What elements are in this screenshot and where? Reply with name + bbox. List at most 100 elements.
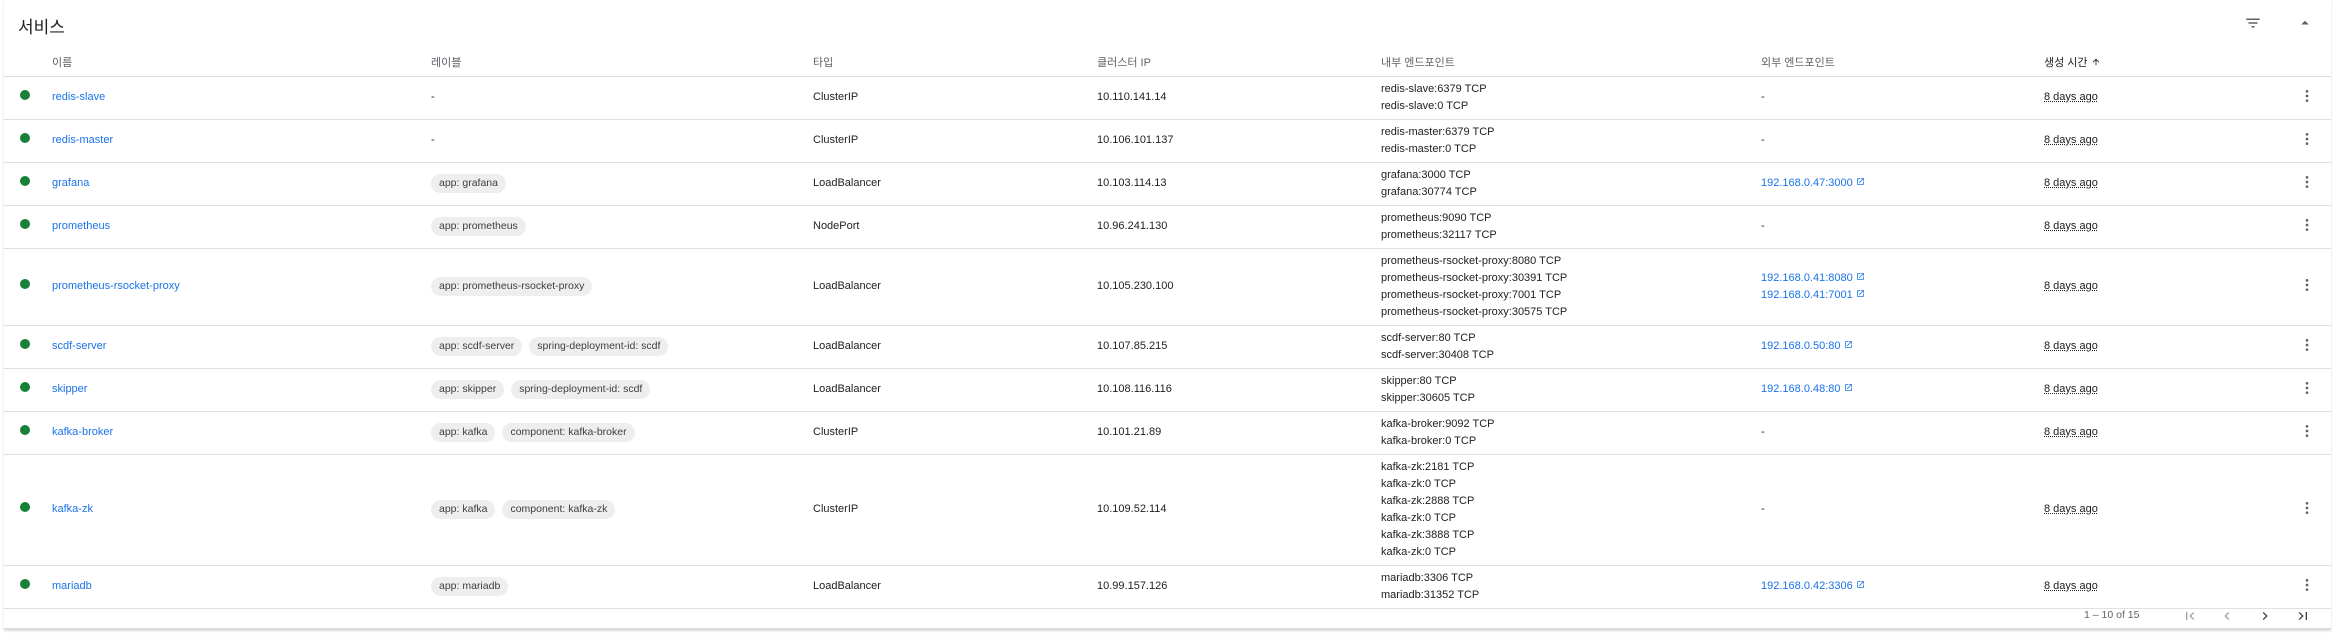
service-name-link[interactable]: skipper <box>52 383 87 395</box>
status-cell <box>4 565 52 609</box>
service-name-link[interactable]: kafka-zk <box>52 503 93 515</box>
created-time[interactable]: 8 days ago <box>2044 383 2098 395</box>
labels-cell: - <box>431 119 813 163</box>
internal-endpoint: kafka-zk:0 TCP <box>1381 477 1456 490</box>
created-time[interactable]: 8 days ago <box>2044 134 2098 146</box>
service-name-link[interactable]: redis-slave <box>52 91 105 103</box>
header-created[interactable]: 생성 시간 <box>2044 48 2282 77</box>
created-time[interactable]: 8 days ago <box>2044 426 2098 438</box>
open-in-new-icon <box>1853 287 1865 304</box>
internal-endpoints-cell: mariadb:3306 TCP mariadb:31352 TCP <box>1381 565 1761 609</box>
external-endpoint-text: 192.168.0.41:8080 <box>1761 271 1853 284</box>
external-endpoint-link[interactable]: 192.168.0.41:8080 <box>1761 270 2044 287</box>
table-header-row: 이름 레이블 타입 클러스터 IP 내부 엔드포인트 외부 엔드포인트 생성 시… <box>4 48 2331 77</box>
filter-button[interactable] <box>2240 10 2266 36</box>
internal-endpoints-cell: redis-slave:6379 TCP redis-slave:0 TCP <box>1381 76 1761 120</box>
internal-endpoint: prometheus:32117 TCP <box>1381 228 1497 241</box>
more-vert-icon[interactable] <box>2297 128 2317 150</box>
internal-endpoint: kafka-zk:2888 TCP <box>1381 494 1475 507</box>
name-cell: kafka-zk <box>52 454 431 566</box>
status-ok-icon <box>20 382 30 392</box>
cluster-ip-cell: 10.105.230.100 <box>1097 248 1381 326</box>
labels-cell: app: skipper spring-deployment-id: scdf <box>431 368 813 412</box>
created-time[interactable]: 8 days ago <box>2044 177 2098 189</box>
name-cell: prometheus-rsocket-proxy <box>52 248 431 326</box>
service-name-link[interactable]: prometheus-rsocket-proxy <box>52 280 180 292</box>
menu-cell <box>2282 119 2331 163</box>
external-endpoint-link[interactable]: 192.168.0.42:3306 <box>1761 578 2044 595</box>
internal-endpoints-cell: prometheus-rsocket-proxy:8080 TCP prometh… <box>1381 248 1761 326</box>
more-vert-icon[interactable] <box>2297 574 2317 596</box>
table-row: kafka-zk app: kafka component: kafka-zk C… <box>4 454 2331 566</box>
more-vert-icon[interactable] <box>2297 274 2317 296</box>
type-cell: ClusterIP <box>813 119 1097 163</box>
external-endpoint-link[interactable]: 192.168.0.47:3000 <box>1761 175 2044 192</box>
status-ok-icon <box>20 579 30 589</box>
internal-endpoint: redis-slave:0 TCP <box>1381 99 1469 112</box>
created-time[interactable]: 8 days ago <box>2044 503 2098 515</box>
created-time[interactable]: 8 days ago <box>2044 340 2098 352</box>
name-cell: scdf-server <box>52 325 431 369</box>
name-cell: redis-slave <box>52 76 431 120</box>
more-vert-icon[interactable] <box>2297 377 2317 399</box>
external-endpoint-link[interactable]: 192.168.0.48:80 <box>1761 381 2044 398</box>
internal-endpoint: redis-master:6379 TCP <box>1381 125 1495 138</box>
more-vert-icon[interactable] <box>2297 334 2317 356</box>
cluster-ip-cell: 10.108.116.116 <box>1097 368 1381 412</box>
header-status <box>4 48 52 77</box>
created-time[interactable]: 8 days ago <box>2044 580 2098 592</box>
status-ok-icon <box>20 176 30 186</box>
open-in-new-icon <box>1853 175 1865 192</box>
chevron-right-icon <box>2262 612 2268 620</box>
created-time[interactable]: 8 days ago <box>2044 220 2098 232</box>
status-ok-icon <box>20 219 30 229</box>
external-endpoint-text: 192.168.0.50:80 <box>1761 340 1841 352</box>
external-endpoints-cell: - <box>1761 119 2044 163</box>
table-row: prometheus-rsocket-proxy app: prometheus… <box>4 248 2331 326</box>
service-name-link[interactable]: mariadb <box>52 580 92 592</box>
status-cell <box>4 205 52 249</box>
created-time[interactable]: 8 days ago <box>2044 91 2098 103</box>
external-endpoint-empty: - <box>1761 220 1765 232</box>
status-cell <box>4 454 52 566</box>
more-vert-icon[interactable] <box>2297 214 2317 236</box>
label-chip: component: kafka-broker <box>502 423 635 442</box>
external-endpoint-link[interactable]: 192.168.0.41:7001 <box>1761 287 2044 304</box>
name-cell: kafka-broker <box>52 411 431 455</box>
more-vert-icon[interactable] <box>2297 420 2317 442</box>
collapse-button[interactable] <box>2292 10 2318 36</box>
open-in-new-icon <box>1853 578 1865 595</box>
external-endpoint-link[interactable]: 192.168.0.50:80 <box>1761 338 2044 355</box>
status-cell <box>4 162 52 206</box>
status-ok-icon <box>20 279 30 289</box>
external-endpoint-text: 192.168.0.42:3306 <box>1761 580 1853 592</box>
internal-endpoint: kafka-broker:0 TCP <box>1381 434 1477 447</box>
labels-empty: - <box>431 91 435 103</box>
external-endpoints-cell: 192.168.0.47:3000 <box>1761 162 2044 206</box>
table-row: redis-slave - ClusterIP 10.110.141.14 re… <box>4 76 2331 120</box>
previous-page-button[interactable] <box>2216 605 2238 627</box>
service-name-link[interactable]: redis-master <box>52 134 113 146</box>
service-name-link[interactable]: prometheus <box>52 220 110 232</box>
header-name[interactable]: 이름 <box>52 48 431 77</box>
first-page-button[interactable] <box>2179 605 2201 627</box>
more-vert-icon[interactable] <box>2297 497 2317 519</box>
table-row: scdf-server app: scdf-server spring-deplo… <box>4 325 2331 369</box>
internal-endpoint: scdf-server:80 TCP <box>1381 331 1476 344</box>
header-type[interactable]: 타입 <box>813 48 1097 77</box>
arrow-upward-icon <box>2091 57 2101 67</box>
created-cell: 8 days ago <box>2044 119 2282 163</box>
name-cell: redis-master <box>52 119 431 163</box>
created-time[interactable]: 8 days ago <box>2044 280 2098 292</box>
last-page-button[interactable] <box>2292 605 2314 627</box>
menu-cell <box>2282 162 2331 206</box>
service-name-link[interactable]: scdf-server <box>52 340 106 352</box>
label-chip: app: mariadb <box>431 577 509 596</box>
service-name-link[interactable]: kafka-broker <box>52 426 113 438</box>
services-card: 서비스 이름 레이블 타입 클러스터 IP 내부 엔드포인트 외부 엔드포인트 … <box>4 0 2331 630</box>
menu-cell <box>2282 248 2331 326</box>
more-vert-icon[interactable] <box>2297 171 2317 193</box>
more-vert-icon[interactable] <box>2297 85 2317 107</box>
service-name-link[interactable]: grafana <box>52 177 89 189</box>
next-page-button[interactable] <box>2254 605 2276 627</box>
